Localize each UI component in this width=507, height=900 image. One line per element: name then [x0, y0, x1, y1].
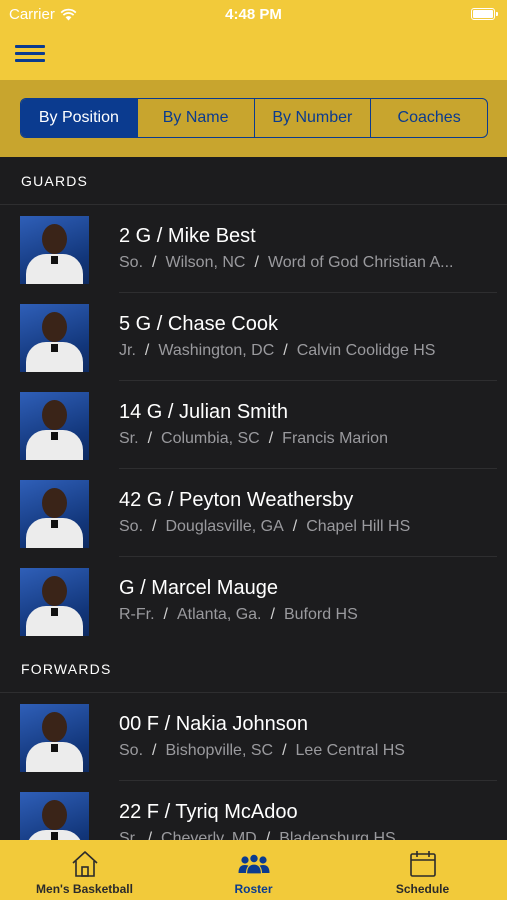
- player-school: Calvin Coolidge HS: [296, 342, 436, 359]
- hamburger-menu-icon[interactable]: [15, 42, 47, 64]
- player-hometown: Douglasville, GA: [165, 518, 284, 535]
- tab-schedule[interactable]: Schedule: [338, 840, 507, 900]
- player-row[interactable]: 2 G / Mike Best So. / Wilson, NC / Word of G…: [0, 205, 507, 293]
- player-row[interactable]: G / Marcel Mauge R-Fr. / Atlanta, Ga. / Bufo…: [0, 557, 507, 645]
- roster-filter-bar: By Position By Name By Number Coaches: [0, 80, 507, 157]
- player-school: Francis Marion: [282, 430, 388, 447]
- player-school: Bladensburg HS: [279, 830, 396, 840]
- player-title: 00 F / Nakia Johnson: [119, 713, 308, 735]
- player-school: Chapel Hill HS: [306, 518, 411, 535]
- player-photo: [20, 792, 89, 840]
- player-title: 2 G / Mike Best: [119, 225, 256, 247]
- roster-list[interactable]: GUARDS 2 G / Mike Best So. / Wilson, NC / Wo…: [0, 157, 507, 840]
- player-class: So.: [119, 518, 144, 535]
- player-hometown: Atlanta, Ga.: [177, 606, 262, 623]
- segment-by-position[interactable]: By Position: [21, 99, 137, 137]
- battery-icon: [471, 8, 498, 20]
- segment-coaches[interactable]: Coaches: [370, 99, 487, 137]
- player-meta: So. / Bishopville, SC / Lee Central HS: [119, 742, 405, 759]
- tab-label: Schedule: [395, 882, 450, 896]
- player-photo: [20, 480, 89, 548]
- player-hometown: Washington, DC: [158, 342, 275, 359]
- player-title: 5 G / Chase Cook: [119, 313, 278, 335]
- player-row[interactable]: 42 G / Peyton Weathersby So. / Douglasvill…: [0, 469, 507, 557]
- home-icon: [71, 851, 98, 877]
- player-school: Buford HS: [283, 606, 358, 623]
- section-header-guards: GUARDS: [0, 157, 507, 205]
- status-bar: Carrier 4:48 PM: [0, 0, 507, 30]
- player-row[interactable]: 14 G / Julian Smith Sr. / Columbia, SC / Fra…: [0, 381, 507, 469]
- player-class: Jr.: [119, 342, 136, 359]
- player-title: 22 F / Tyriq McAdoo: [119, 801, 298, 823]
- player-class: So.: [119, 254, 144, 271]
- player-meta: Sr. / Columbia, SC / Francis Marion: [119, 430, 388, 447]
- player-school: Lee Central HS: [295, 742, 405, 759]
- player-row[interactable]: 5 G / Chase Cook Jr. / Washington, DC / Calv…: [0, 293, 507, 381]
- calendar-icon: [409, 851, 436, 877]
- tab-bar: Men's Basketball Roster Schedule: [0, 840, 507, 900]
- player-meta: So. / Douglasville, GA / Chapel Hill HS: [119, 518, 411, 535]
- player-photo: [20, 704, 89, 772]
- tab-roster[interactable]: Roster: [169, 840, 338, 900]
- player-row[interactable]: 22 F / Tyriq McAdoo Sr. / Cheverly, MD / Bla…: [0, 781, 507, 840]
- player-hometown: Columbia, SC: [161, 430, 260, 447]
- player-meta: Jr. / Washington, DC / Calvin Coolidge HS: [119, 342, 436, 359]
- tab-mens-basketball[interactable]: Men's Basketball: [0, 840, 169, 900]
- player-row[interactable]: 00 F / Nakia Johnson So. / Bishopville, SC…: [0, 693, 507, 781]
- player-meta: Sr. / Cheverly, MD / Bladensburg HS: [119, 830, 487, 840]
- player-hometown: Bishopville, SC: [165, 742, 274, 759]
- section-header-forwards: FORWARDS: [0, 645, 507, 693]
- player-hometown: Wilson, NC: [165, 254, 246, 271]
- tab-label: Men's Basketball: [36, 882, 133, 896]
- player-photo: [20, 568, 89, 636]
- player-class: So.: [119, 742, 144, 759]
- player-title: G / Marcel Mauge: [119, 577, 278, 599]
- player-photo: [20, 392, 89, 460]
- segment-by-number[interactable]: By Number: [253, 99, 371, 137]
- nav-bar: [0, 30, 507, 80]
- player-class: R-Fr.: [119, 606, 155, 623]
- segment-by-name[interactable]: By Name: [136, 99, 254, 137]
- segmented-control: By Position By Name By Number Coaches: [20, 98, 488, 138]
- player-photo: [20, 216, 89, 284]
- player-hometown: Cheverly, MD: [161, 830, 257, 840]
- player-class: Sr.: [119, 830, 139, 840]
- player-school: Word of God Christian A...: [267, 254, 454, 271]
- tab-label: Roster: [234, 882, 273, 896]
- people-icon: [238, 853, 269, 875]
- player-meta: So. / Wilson, NC / Word of God Christian A..…: [119, 254, 454, 271]
- roster-screen: Carrier 4:48 PM By Position By Name By N…: [0, 0, 507, 900]
- player-meta: R-Fr. / Atlanta, Ga. / Buford HS: [119, 606, 358, 623]
- player-photo: [20, 304, 89, 372]
- player-title: 42 G / Peyton Weathersby: [119, 489, 354, 511]
- clock: 4:48 PM: [225, 6, 282, 23]
- player-class: Sr.: [119, 430, 139, 447]
- player-title: 14 G / Julian Smith: [119, 401, 288, 423]
